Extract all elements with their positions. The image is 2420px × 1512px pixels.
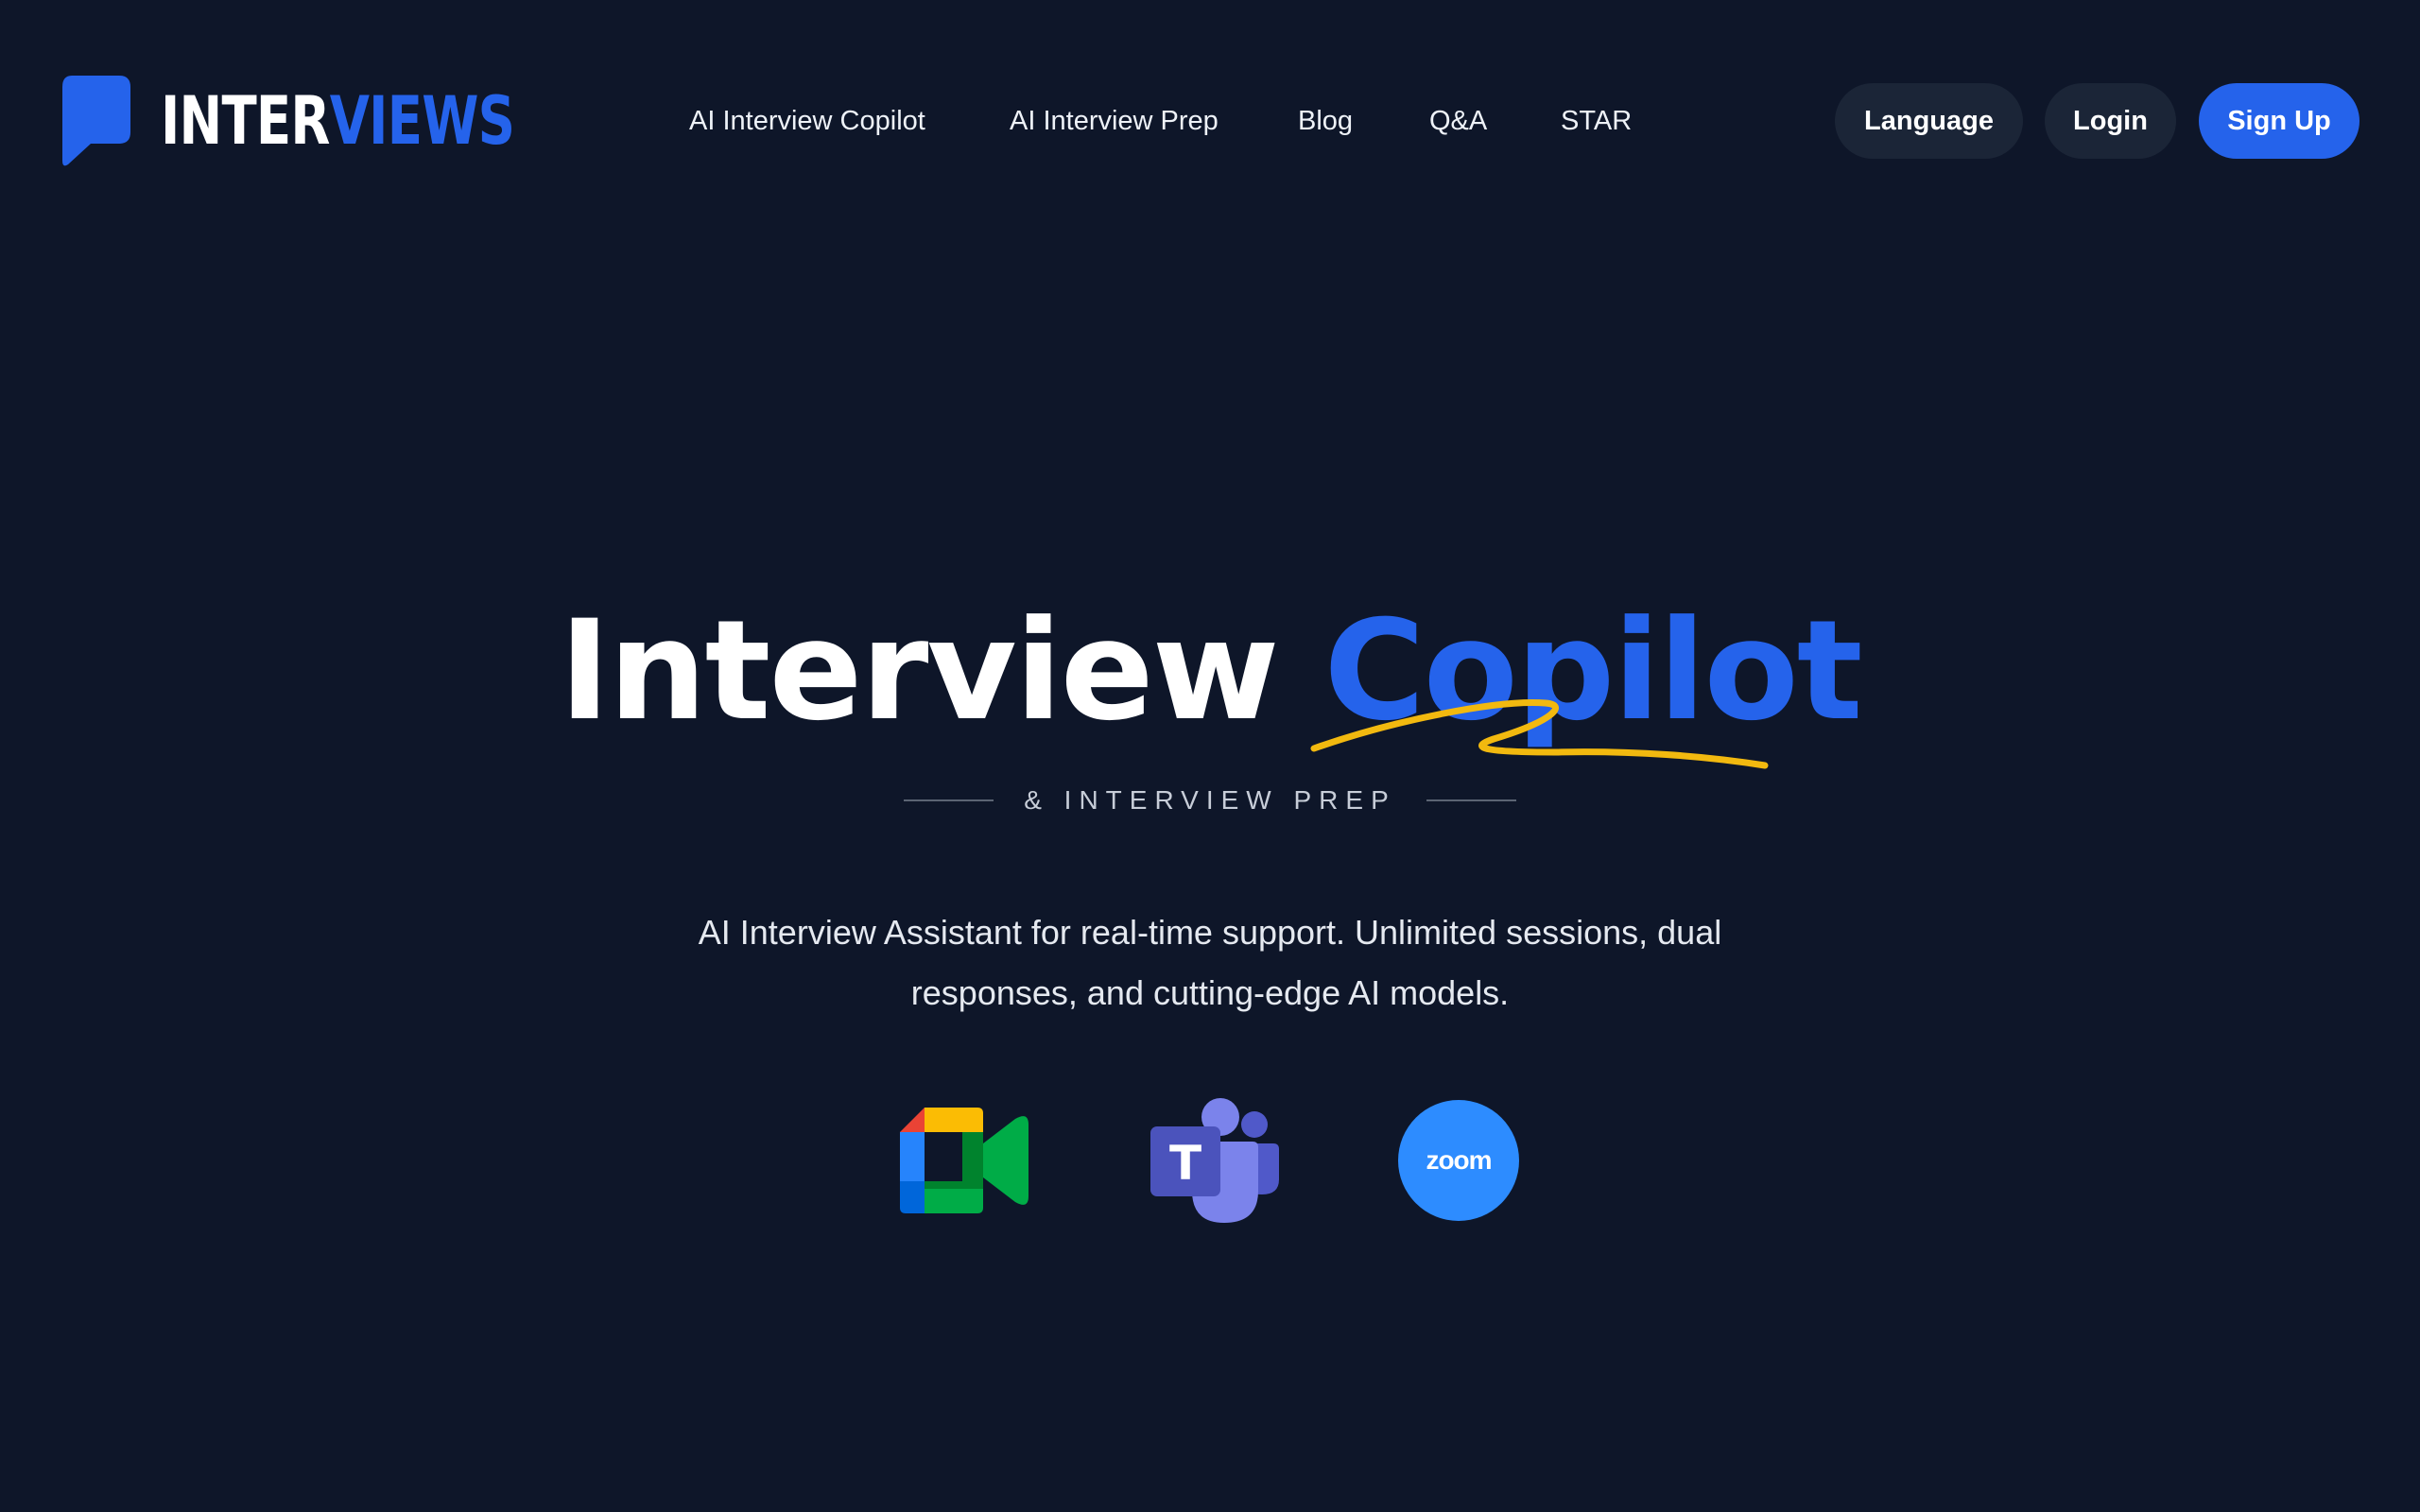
nav-star[interactable]: STAR <box>1561 97 1632 145</box>
language-button[interactable]: Language <box>1835 83 2023 159</box>
microsoft-teams-logo: T <box>1149 1096 1281 1224</box>
logo-link[interactable]: INTERVIEWS <box>59 74 614 168</box>
nav-qa[interactable]: Q&A <box>1429 97 1487 145</box>
zoom-label: zoom <box>1426 1144 1492 1175</box>
subtitle-divider-left <box>904 799 994 801</box>
zoom-logo: zoom <box>1392 1096 1525 1224</box>
google-meet-logo <box>898 1096 1030 1224</box>
login-button[interactable]: Login <box>2045 83 2176 159</box>
brand-name: INTERVIEWS <box>161 88 515 154</box>
hero-title-part1: Interview <box>559 591 1279 751</box>
svg-text:T: T <box>1169 1136 1201 1191</box>
microsoft-teams-icon: T <box>1150 1098 1279 1223</box>
google-meet-icon <box>900 1107 1028 1213</box>
signup-button[interactable]: Sign Up <box>2199 83 2360 159</box>
hero-description: AI Interview Assistant for real-time sup… <box>698 913 1722 1012</box>
brand-name-part2: VIEWS <box>329 82 515 160</box>
nav-ai-interview-prep[interactable]: AI Interview Prep <box>1010 97 1219 145</box>
brand-name-part1: INTER <box>161 82 330 160</box>
zoom-icon: zoom <box>1398 1099 1519 1221</box>
hero-subtitle: & INTERVIEW PREP <box>1024 785 1396 815</box>
hero-title: Interview Copilot <box>0 595 2420 747</box>
hero-subtitle-row: & INTERVIEW PREP <box>0 785 2420 816</box>
title-underline-squiggle <box>1310 699 1769 769</box>
nav-ai-interview-copilot[interactable]: AI Interview Copilot <box>689 97 925 145</box>
nav-blog[interactable]: Blog <box>1298 97 1353 145</box>
subtitle-divider-right <box>1426 799 1516 801</box>
speech-bubble-icon <box>62 76 130 166</box>
